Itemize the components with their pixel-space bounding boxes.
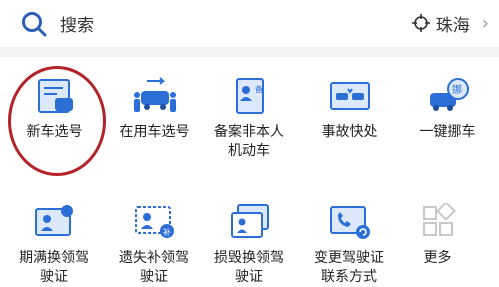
service-accident-handling[interactable]: 事故快处 <box>300 77 399 147</box>
license-damage-icon <box>230 204 269 238</box>
service-license-renew[interactable]: 期满换领驾驶证 <box>5 203 104 285</box>
service-vehicle-filing[interactable]: 备 备案非本人机动车 <box>200 77 299 167</box>
svg-text:挪: 挪 <box>452 83 462 96</box>
location-selector[interactable]: 珠海 › <box>411 10 489 36</box>
service-more[interactable]: 更多 <box>388 203 487 273</box>
move-car-icon: 挪 <box>429 78 469 111</box>
license-renew-icon <box>34 205 73 236</box>
highlight-circle <box>8 66 106 176</box>
search-icon[interactable] <box>20 10 48 38</box>
search-label[interactable]: 搜索 <box>60 11 94 36</box>
service-label: 事故快处 <box>321 124 378 140</box>
location-city: 珠海 <box>435 15 470 36</box>
location-target-icon <box>411 14 430 32</box>
accident-handling-icon <box>329 82 370 110</box>
service-label: 一键挪车 <box>419 124 476 140</box>
service-label: 遗失补领驾驶证 <box>119 250 189 285</box>
service-label: 备案非本人机动车 <box>214 124 284 159</box>
divider <box>0 47 499 57</box>
top-bar: 搜索 珠海 › <box>0 0 499 46</box>
vehicle-filing-icon: 备 <box>235 78 264 114</box>
svg-text:备: 备 <box>255 84 263 94</box>
service-license-damage[interactable]: 损毁换领驾驶证 <box>200 203 299 285</box>
service-label: 损毁换领驾驶证 <box>214 250 284 285</box>
service-used-car-plate[interactable]: 在用车选号 <box>105 77 204 147</box>
chevron-right-icon: › <box>481 12 489 34</box>
service-move-car[interactable]: 挪 一键挪车 <box>398 77 497 147</box>
svg-text:补: 补 <box>163 227 171 237</box>
service-label: 更多 <box>423 250 452 266</box>
license-contact-icon <box>329 206 370 239</box>
service-label: 在用车选号 <box>119 124 190 140</box>
service-label: 变更驾驶证联系方式 <box>314 250 384 285</box>
more-icon <box>422 203 456 236</box>
service-label: 期满换领驾驶证 <box>19 250 89 285</box>
used-car-plate-icon <box>133 77 176 112</box>
license-replace-icon: 补 <box>134 206 174 238</box>
service-license-replace[interactable]: 补 遗失补领驾驶证 <box>105 203 204 285</box>
service-license-contact[interactable]: 变更驾驶证联系方式 <box>300 203 399 285</box>
